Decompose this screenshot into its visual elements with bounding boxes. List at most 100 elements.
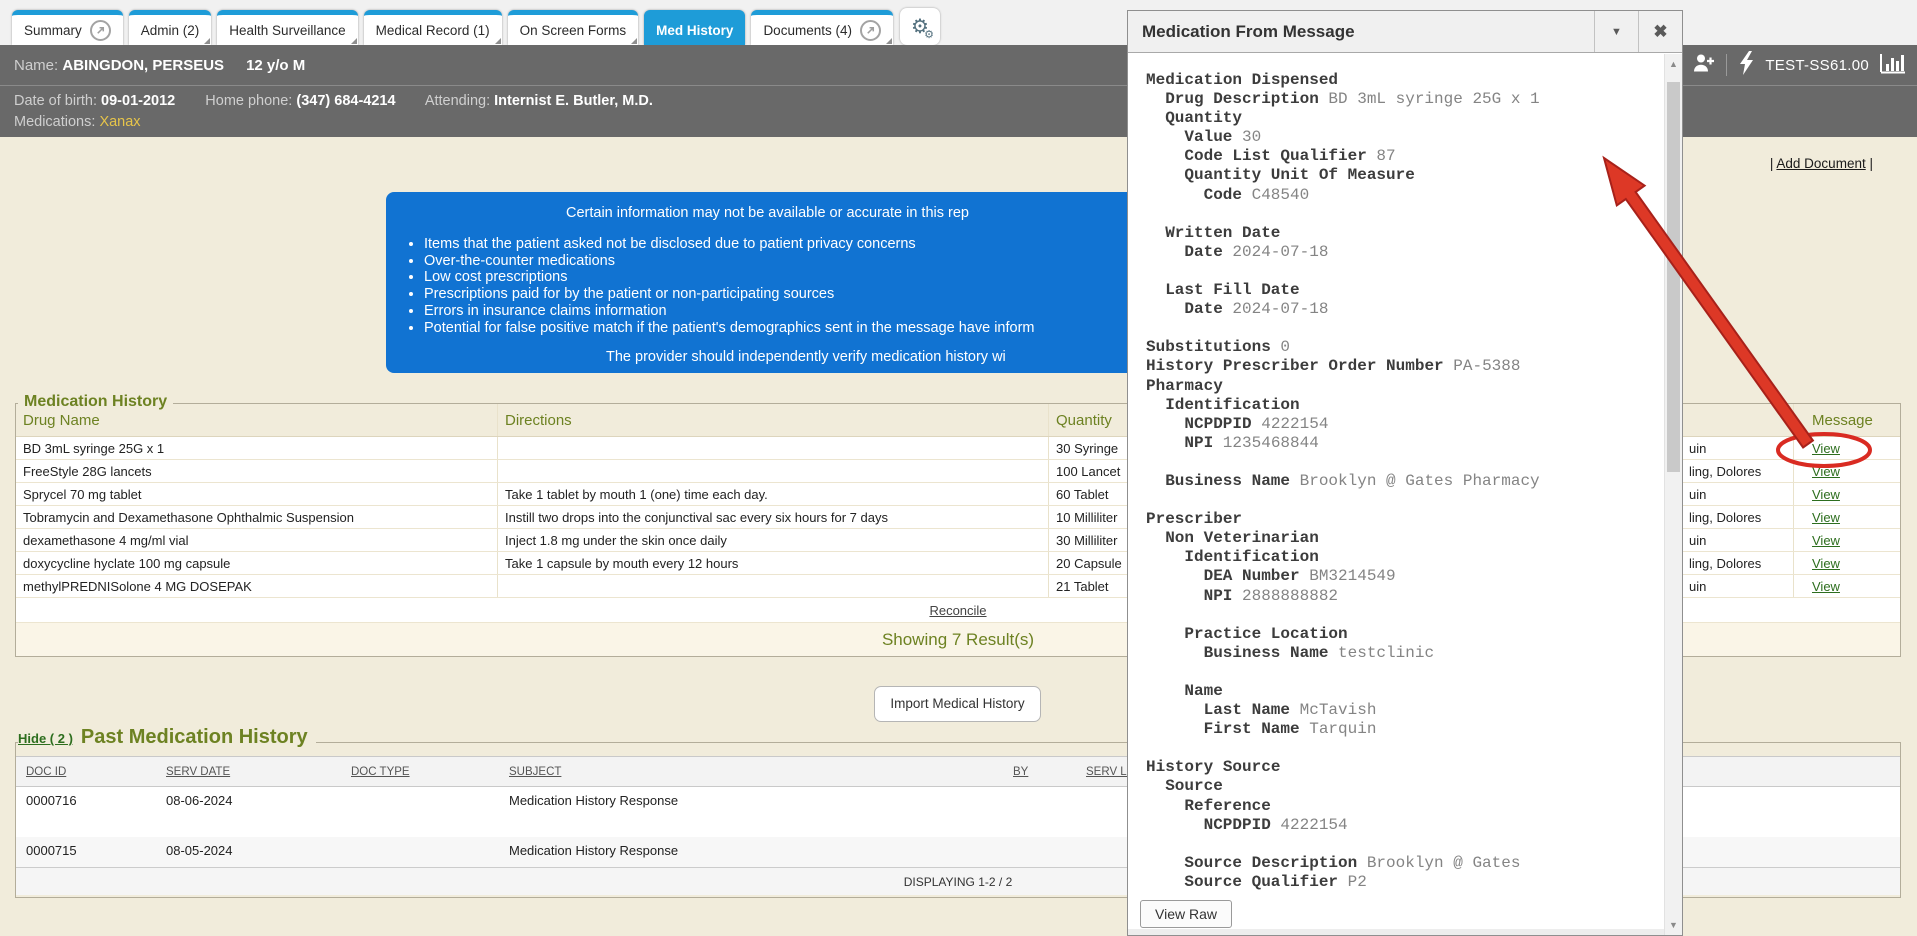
field-value: testclinic xyxy=(1328,644,1434,662)
tab-label: Summary xyxy=(24,23,82,38)
field-label: Prescriber xyxy=(1146,510,1242,528)
view-message-link[interactable]: View xyxy=(1812,533,1840,548)
directions-cell: Take 1 tablet by mouth 1 (one) time each… xyxy=(498,483,1049,505)
view-message-link[interactable]: View xyxy=(1812,556,1840,571)
message-line xyxy=(1146,739,1664,758)
gear-small-icon: ⚙ xyxy=(924,28,934,41)
doc-type-cell xyxy=(341,837,499,843)
phone-value: (347) 684-4214 xyxy=(296,93,395,109)
view-message-link[interactable]: View xyxy=(1812,487,1840,502)
view-message-link[interactable]: View xyxy=(1812,579,1840,594)
field-label: First Name xyxy=(1204,720,1300,738)
tab-on-screen-forms[interactable]: On Screen Forms xyxy=(508,10,639,45)
column-header-by[interactable]: BY xyxy=(1013,766,1028,778)
column-header-serv-date[interactable]: SERV DATE xyxy=(166,766,230,778)
field-value: 2888888882 xyxy=(1232,587,1338,605)
field-label: Written Date xyxy=(1165,224,1280,242)
column-header-subject[interactable]: SUBJECT xyxy=(509,766,561,778)
dialog-collapse-button[interactable]: ▼ xyxy=(1594,11,1638,52)
tab-medical-record-1[interactable]: Medical Record (1) xyxy=(364,10,502,45)
view-message-link[interactable]: View xyxy=(1812,464,1840,479)
message-line: NPI 2888888882 xyxy=(1146,587,1664,606)
medications-label: Medications: xyxy=(14,114,95,130)
settings-button[interactable]: ⚙ ⚙ xyxy=(900,8,940,45)
toolbar-divider xyxy=(1726,54,1727,76)
dialog-close-button[interactable]: ✖ xyxy=(1638,11,1682,52)
add-document-label[interactable]: Add Document xyxy=(1776,156,1865,171)
system-code: TEST-SS61.00 xyxy=(1765,57,1869,74)
add-person-icon[interactable] xyxy=(1692,51,1716,79)
tab-label: Admin (2) xyxy=(141,23,200,38)
attending-label: Attending: xyxy=(425,93,490,109)
medications-value[interactable]: Xanax xyxy=(99,114,140,130)
directions-cell: Instill two drops into the conjunctival … xyxy=(498,506,1049,528)
drug-name-cell: dexamethasone 4 mg/ml vial xyxy=(16,529,498,551)
external-link-icon[interactable] xyxy=(90,20,111,41)
add-document-link[interactable]: | Add Document | xyxy=(1770,156,1873,171)
app-window: Summary Admin (2) Health Surveillance Medic… xyxy=(0,0,1917,936)
dropdown-fold-icon xyxy=(631,38,637,44)
message-line: Business Name Brooklyn @ Gates Pharmacy xyxy=(1146,472,1664,491)
view-raw-button[interactable]: View Raw xyxy=(1140,900,1232,928)
column-header-message: Message xyxy=(1794,404,1900,436)
scroll-down-arrow-icon[interactable]: ▼ xyxy=(1665,917,1682,933)
column-header-doc-type[interactable]: DOC TYPE xyxy=(351,766,410,778)
doc-id-cell: 0000716 xyxy=(16,787,156,808)
directions-cell xyxy=(498,437,1049,459)
tab-documents-4[interactable]: Documents (4) xyxy=(751,10,893,45)
message-line: NCPDPID 4222154 xyxy=(1146,415,1664,434)
lightning-icon[interactable] xyxy=(1737,50,1755,80)
dialog-titlebar[interactable]: Medication From Message ▼ ✖ xyxy=(1128,11,1682,53)
tab-health-surveillance[interactable]: Health Surveillance xyxy=(217,10,357,45)
message-line: Quantity xyxy=(1146,109,1664,128)
horizontal-scrollbar[interactable] xyxy=(1128,929,1664,935)
message-line: Source Description Brooklyn @ Gates xyxy=(1146,854,1664,873)
tab-admin-2[interactable]: Admin (2) xyxy=(129,10,212,45)
tab-label: Med History xyxy=(656,23,733,38)
reconcile-link[interactable]: Reconcile xyxy=(929,603,986,618)
message-line xyxy=(1146,205,1664,224)
scroll-up-arrow-icon[interactable]: ▲ xyxy=(1665,56,1682,72)
past-medication-history-title: Past Medication History xyxy=(81,726,308,749)
message-line xyxy=(1146,606,1664,625)
dob-label: Date of birth: xyxy=(14,93,97,109)
field-label: Last Name xyxy=(1204,701,1290,719)
external-link-icon[interactable] xyxy=(860,20,881,41)
field-label: Source xyxy=(1165,777,1223,795)
message-line: Identification xyxy=(1146,396,1664,415)
view-message-link[interactable]: View xyxy=(1812,510,1840,525)
field-label: Source Description xyxy=(1184,854,1357,872)
subject-cell: Medication History Response xyxy=(499,787,1003,808)
scrollbar-thumb[interactable] xyxy=(1667,82,1680,472)
chart-icon[interactable] xyxy=(1879,51,1905,79)
serv-date-cell: 08-05-2024 xyxy=(156,837,341,858)
doc-id-cell: 0000715 xyxy=(16,837,156,858)
message-line: Practice Location xyxy=(1146,625,1664,644)
view-message-link[interactable]: View xyxy=(1812,441,1840,456)
field-label: Identification xyxy=(1165,396,1299,414)
column-header-doc-id[interactable]: DOC ID xyxy=(26,766,66,778)
doc-type-cell xyxy=(341,787,499,793)
field-value: McTavish xyxy=(1290,701,1376,719)
tab-label: Documents (4) xyxy=(763,23,852,38)
field-label: Source Qualifier xyxy=(1184,873,1338,891)
tab-summary[interactable]: Summary xyxy=(12,10,123,45)
tab-med-history[interactable]: Med History xyxy=(644,10,745,45)
column-header-directions: Directions xyxy=(498,404,1049,436)
field-label: DEA Number xyxy=(1204,567,1300,585)
message-line: DEA Number BM3214549 xyxy=(1146,567,1664,586)
phone-label: Home phone: xyxy=(205,93,292,109)
pipe-right: | xyxy=(1869,156,1873,171)
field-value: PA-5388 xyxy=(1444,357,1521,375)
message-line: History Source xyxy=(1146,758,1664,777)
by-cell xyxy=(1003,837,1076,843)
message-line: Reference xyxy=(1146,797,1664,816)
patient-age-sex: 12 y/o M xyxy=(246,57,305,74)
vertical-scrollbar[interactable]: ▲ ▼ xyxy=(1664,54,1682,935)
field-label: Quantity xyxy=(1165,109,1242,127)
hide-link[interactable]: Hide ( 2 ) xyxy=(18,731,73,746)
tab-label: Health Surveillance xyxy=(229,23,345,38)
dropdown-fold-icon xyxy=(204,38,210,44)
message-line: Non Veterinarian xyxy=(1146,529,1664,548)
import-medical-history-button[interactable]: Import Medical History xyxy=(874,686,1041,722)
